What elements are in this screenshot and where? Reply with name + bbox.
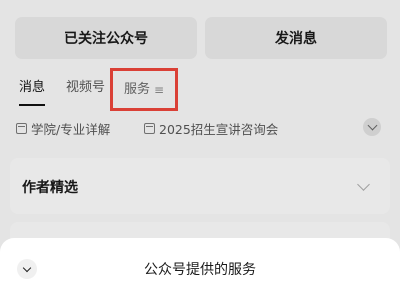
sheet-title: 公众号提供的服务 (144, 262, 256, 278)
services-bottom-sheet: 公众号提供的服务 (0, 238, 400, 300)
